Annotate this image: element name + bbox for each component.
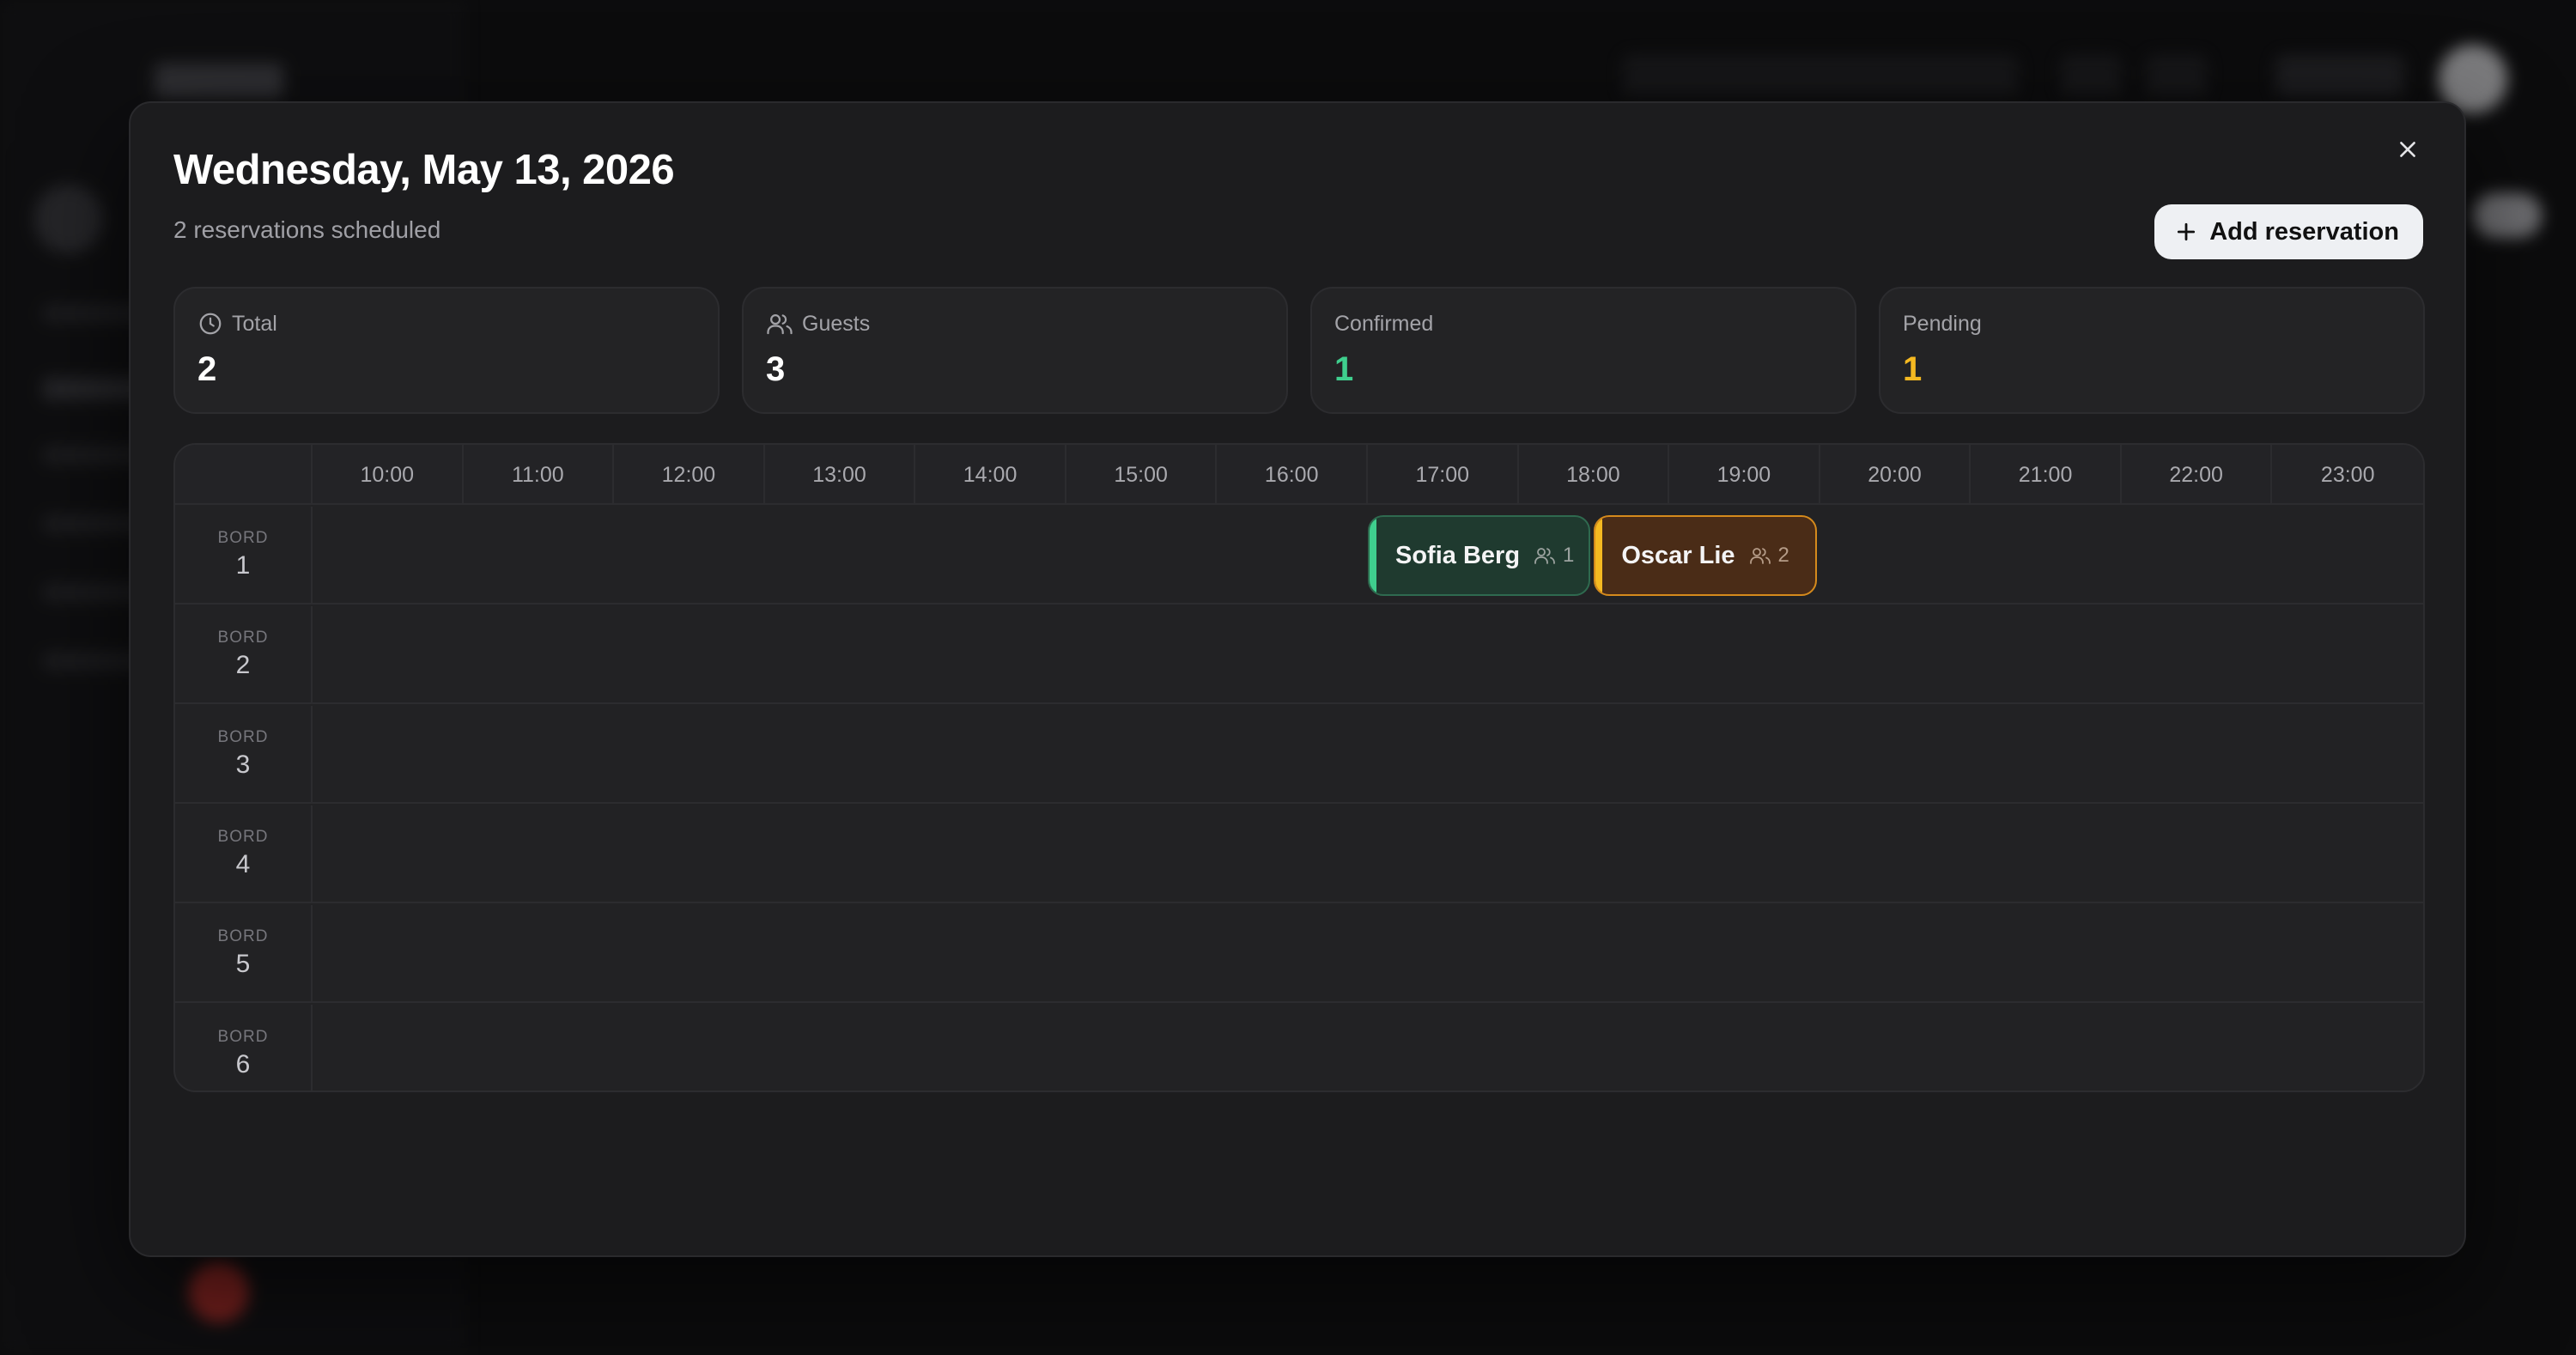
clock-icon: [199, 313, 222, 335]
reservation-block-pending[interactable]: Oscar Lie 2: [1594, 515, 1817, 596]
hour-column-label: 19:00: [1669, 445, 1820, 505]
table-label: BORD 3: [175, 706, 313, 802]
hour-column-label: 13:00: [765, 445, 916, 505]
table-label-word: BORD: [217, 1028, 269, 1046]
stat-card-total: Total 2: [173, 287, 720, 414]
users-icon: [767, 314, 793, 335]
hour-column-label: 12:00: [614, 445, 765, 505]
reservation-block-confirmed[interactable]: Sofia Berg 1: [1368, 515, 1591, 596]
reservation-guest-count: 1: [1563, 544, 1575, 567]
table-row[interactable]: BORD 6: [175, 1005, 2423, 1091]
table-row[interactable]: BORD 4: [175, 805, 2423, 903]
table-label: BORD 5: [175, 905, 313, 1001]
background-button: [2473, 193, 2542, 238]
time-header: 10:00 11:00 12:00 13:00 14:00 15:00 16:00 17:00…: [175, 445, 2423, 505]
reservation-guest-count: 2: [1777, 544, 1789, 567]
close-button[interactable]: [2387, 129, 2428, 170]
add-reservation-label: Add reservation: [2209, 217, 2399, 246]
table-number: 1: [235, 551, 251, 580]
stat-value: 1: [1334, 350, 1354, 388]
hour-column-label: 10:00: [313, 445, 464, 505]
table-label-word: BORD: [217, 828, 269, 846]
grid-corner: [175, 445, 313, 505]
users-icon: [1749, 548, 1771, 564]
table-row[interactable]: BORD 2: [175, 606, 2423, 704]
schedule-grid: 10:00 11:00 12:00 13:00 14:00 15:00 16:00 17:00…: [173, 443, 2425, 1092]
table-number: 4: [235, 850, 251, 878]
add-reservation-button[interactable]: Add reservation: [2154, 204, 2423, 259]
stat-card-pending: Pending 1: [1879, 287, 2425, 414]
table-label: BORD 6: [175, 1005, 313, 1091]
hour-column-label: 23:00: [2320, 462, 2375, 487]
table-number: 6: [235, 1050, 251, 1079]
stat-label: Confirmed: [1334, 311, 1434, 336]
table-number: 3: [235, 750, 251, 779]
stat-value: 3: [766, 350, 786, 388]
stat-label: Guests: [802, 311, 871, 336]
table-number: 5: [235, 950, 251, 978]
background-icon-button: [2061, 55, 2121, 96]
table-row[interactable]: BORD 1: [175, 507, 2423, 605]
reservation-party-size: 2: [1749, 544, 1789, 568]
table-number: 2: [235, 651, 251, 679]
stat-value: 1: [1903, 350, 1923, 388]
table-label-word: BORD: [217, 728, 269, 746]
table-label: BORD 1: [175, 507, 313, 603]
hour-column-label: 22:00: [2122, 445, 2273, 505]
background-avatar: [34, 185, 103, 253]
stats-row: Total 2 Guests 3 Confirmed 1 Pending 1: [173, 287, 2425, 414]
hour-column-label: 21:00: [1971, 445, 2122, 505]
hour-column-label: 18:00: [1519, 445, 1670, 505]
hour-column-label: 15:00: [1066, 445, 1218, 505]
background-red-badge: [189, 1262, 249, 1322]
stat-card-guests: Guests 3: [742, 287, 1288, 414]
hour-column-label: 14:00: [915, 445, 1066, 505]
close-icon: [2400, 142, 2415, 157]
table-label-word: BORD: [217, 529, 269, 547]
table-row[interactable]: BORD 3: [175, 706, 2423, 804]
background-logo: [155, 64, 283, 98]
stat-label: Total: [232, 311, 277, 336]
modal-subtitle: 2 reservations scheduled: [173, 216, 441, 243]
reservation-guest-name: Oscar Lie: [1621, 541, 1735, 569]
reservation-party-size: 1: [1534, 544, 1574, 568]
background-icon-button: [2147, 55, 2207, 96]
hour-column-label: 11:00: [464, 445, 615, 505]
table-label-word: BORD: [217, 927, 269, 945]
day-schedule-modal: Wednesday, May 13, 2026 2 reservations s…: [129, 101, 2466, 1257]
stat-card-confirmed: Confirmed 1: [1310, 287, 1856, 414]
background-user-name: [2275, 55, 2404, 96]
background-search: [1623, 55, 2018, 96]
stat-value: 2: [197, 350, 217, 388]
table-label: BORD 4: [175, 805, 313, 902]
table-label: BORD 2: [175, 606, 313, 702]
stat-label: Pending: [1903, 311, 1982, 336]
table-label-word: BORD: [217, 629, 269, 647]
hour-column-label: 20:00: [1820, 445, 1971, 505]
hour-column-label: 17:00: [1368, 445, 1519, 505]
modal-title: Wednesday, May 13, 2026: [173, 147, 675, 193]
users-icon: [1534, 548, 1555, 564]
hour-column-label: 16:00: [1217, 445, 1368, 505]
plus-icon: [2178, 222, 2196, 241]
reservation-guest-name: Sofia Berg: [1395, 541, 1521, 569]
table-row[interactable]: BORD 5: [175, 905, 2423, 1003]
